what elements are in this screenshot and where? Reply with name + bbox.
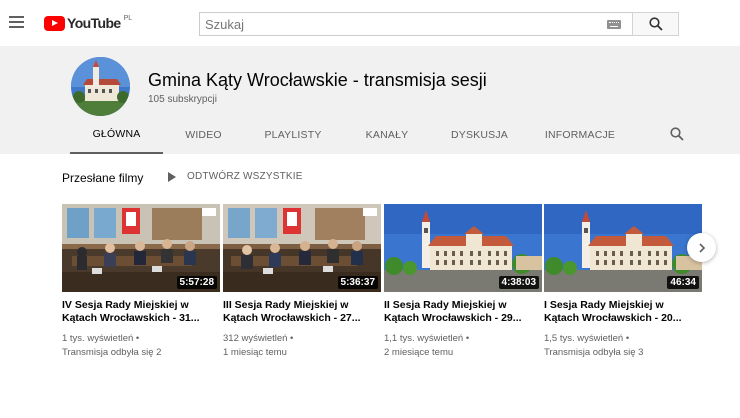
tab-about[interactable]: INFORMACJE [527, 115, 633, 154]
video-title[interactable]: I Sesja Rady Miejskiej w Kątach Wrocławs… [544, 299, 694, 325]
search-button[interactable] [632, 12, 679, 36]
video-metadata: 312 wyświetleń • 1 miesiąc temu [223, 332, 381, 360]
subscriber-count: 105 subskrypcji [148, 94, 217, 105]
chevron-right-icon [698, 242, 705, 253]
video-metadata: 1,1 tys. wyświetleń • 2 miesiące temu [384, 332, 542, 360]
video-views: 1,1 tys. wyświetleń [384, 333, 464, 344]
channel-title: Gmina Kąty Wrocławskie - transmisja sesj… [148, 70, 487, 90]
search-icon [670, 127, 684, 141]
video-thumbnail[interactable]: 5:57:28 [62, 204, 220, 292]
video-date: 2 miesiące temu [384, 347, 454, 358]
search-box [199, 12, 632, 36]
tab-discussion[interactable]: DYSKUSJA [432, 115, 527, 154]
search-input[interactable] [200, 13, 590, 35]
tab-home[interactable]: GŁÓWNA [70, 115, 163, 154]
video-thumbnail[interactable]: 46:34 [544, 204, 702, 292]
video-card[interactable]: 4:38:03 II Sesja Rady Miejskiej w Kątach… [384, 204, 542, 360]
channel-header: Gmina Kąty Wrocławskie - transmisja sesj… [0, 46, 740, 154]
video-views: 1,5 tys. wyświetleń [544, 333, 624, 344]
search-icon [648, 17, 663, 31]
avatar-image [71, 57, 130, 116]
logo-text: YouTube [67, 15, 121, 31]
video-duration: 4:38:03 [498, 276, 539, 289]
video-title[interactable]: III Sesja Rady Miejskiej w Kątach Wrocła… [223, 299, 373, 325]
masthead: YouTube PL [0, 0, 740, 46]
tab-channels[interactable]: KANAŁY [342, 115, 432, 154]
video-duration: 5:57:28 [176, 276, 217, 289]
search-bar [199, 12, 679, 36]
video-views: 312 wyświetleń [223, 333, 288, 344]
keyboard-icon[interactable] [607, 20, 621, 29]
channel-search-button[interactable] [670, 127, 684, 146]
video-views: 1 tys. wyświetleń [62, 333, 134, 344]
section-title[interactable]: Przesłane filmy [62, 171, 143, 185]
logo-region: PL [123, 15, 133, 22]
video-card[interactable]: 46:34 I Sesja Rady Miejskiej w Kątach Wr… [544, 204, 702, 360]
youtube-play-icon [44, 15, 65, 31]
video-metadata: 1 tys. wyświetleń • Transmisja odbyła si… [62, 332, 220, 360]
video-thumbnail[interactable]: 5:36:37 [223, 204, 381, 292]
channel-avatar[interactable] [71, 57, 130, 116]
play-all-label: ODTWÓRZ WSZYSTKIE [187, 171, 303, 182]
video-card[interactable]: 5:36:37 III Sesja Rady Miejskiej w Kątac… [223, 204, 381, 360]
channel-tabs: GŁÓWNA WIDEO PLAYLISTY KANAŁY DYSKUSJA I… [70, 115, 633, 154]
shelf-next-button[interactable] [687, 233, 716, 262]
video-thumbnail[interactable]: 4:38:03 [384, 204, 542, 292]
video-date: Transmisja odbyła się 3 [544, 347, 644, 358]
video-date: 1 miesiąc temu [223, 347, 287, 358]
hamburger-menu-icon[interactable] [9, 16, 24, 28]
play-all-button[interactable]: ODTWÓRZ WSZYSTKIE [168, 171, 303, 182]
youtube-logo[interactable]: YouTube PL [44, 14, 132, 32]
video-title[interactable]: IV Sesja Rady Miejskiej w Kątach Wrocław… [62, 299, 212, 325]
video-metadata: 1,5 tys. wyświetleń • Transmisja odbyła … [544, 332, 702, 360]
video-card[interactable]: 5:57:28 IV Sesja Rady Miejskiej w Kątach… [62, 204, 220, 360]
video-date: Transmisja odbyła się 2 [62, 347, 162, 358]
video-duration: 46:34 [667, 276, 699, 289]
video-duration: 5:36:37 [337, 276, 378, 289]
play-icon [168, 171, 176, 182]
tab-videos[interactable]: WIDEO [163, 115, 244, 154]
video-title[interactable]: II Sesja Rady Miejskiej w Kątach Wrocław… [384, 299, 534, 325]
tab-playlists[interactable]: PLAYLISTY [244, 115, 342, 154]
